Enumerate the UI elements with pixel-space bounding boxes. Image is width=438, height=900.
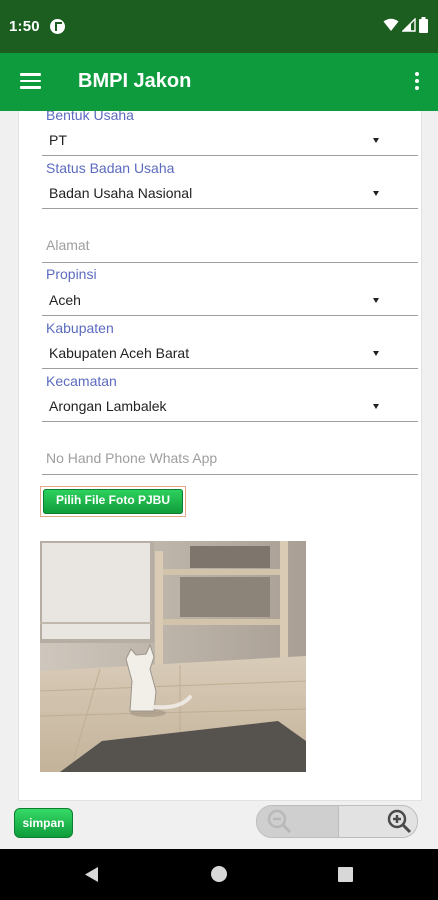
divider [42,315,418,316]
kabupaten-select[interactable]: Kabupaten Aceh Barat [49,345,189,361]
photo-preview-image [40,541,306,772]
kecamatan-label: Kecamatan [46,373,117,389]
notification-app-icon [50,19,65,34]
bottom-action-area: simpan [0,800,438,849]
bentuk-usaha-label: Bentuk Usaha [46,111,134,123]
kabupaten-label: Kabupaten [46,320,114,336]
kecamatan-dropdown-icon[interactable] [373,404,379,409]
no-hp-input[interactable]: No Hand Phone Whats App [46,450,217,466]
zoom-out-button[interactable] [257,806,338,837]
status-bar: 1:50 [0,0,438,53]
alamat-underline [42,262,418,263]
divider [42,208,418,209]
propinsi-label: Propinsi [46,266,97,282]
zoom-in-button[interactable] [338,806,417,837]
zoom-control [256,805,418,838]
bentuk-usaha-select[interactable]: PT [49,132,67,148]
app-title: BMPI Jakon [78,70,192,92]
home-icon[interactable] [211,866,227,882]
system-nav-bar [0,849,438,900]
recents-icon[interactable] [338,867,353,882]
simpan-button[interactable]: simpan [14,808,73,838]
file-button-frame: Pilih File Foto PJBU [40,486,186,517]
propinsi-dropdown-icon[interactable] [373,298,379,303]
back-icon[interactable] [84,866,100,883]
app-bar: BMPI Jakon [0,53,438,111]
bentuk-usaha-dropdown-icon[interactable] [373,138,379,143]
divider [42,155,418,156]
divider [42,368,418,369]
propinsi-select[interactable]: Aceh [49,292,81,308]
status-icons [383,17,428,33]
form-card: Bentuk Usaha PT Status Badan Usaha Badan… [18,111,422,801]
divider [42,421,418,422]
wifi-icon [383,18,399,31]
form-scroll-area[interactable]: Bentuk Usaha PT Status Badan Usaha Badan… [0,111,438,849]
status-badan-usaha-select[interactable]: Badan Usaha Nasional [49,185,192,201]
kecamatan-select[interactable]: Arongan Lambalek [49,398,167,414]
menu-icon[interactable] [20,73,41,89]
pilih-file-foto-button[interactable]: Pilih File Foto PJBU [43,489,183,514]
overflow-menu-icon[interactable] [414,72,420,92]
no-hp-underline [42,474,418,475]
signal-icon [402,18,416,32]
zoom-out-icon [267,809,292,834]
zoom-in-icon [387,809,412,834]
photo-preview [40,541,306,772]
battery-icon [419,17,428,33]
status-badan-usaha-dropdown-icon[interactable] [373,191,379,196]
kabupaten-dropdown-icon[interactable] [373,351,379,356]
status-time: 1:50 [9,18,40,35]
status-badan-usaha-label: Status Badan Usaha [46,160,175,176]
alamat-input[interactable]: Alamat [46,237,90,253]
